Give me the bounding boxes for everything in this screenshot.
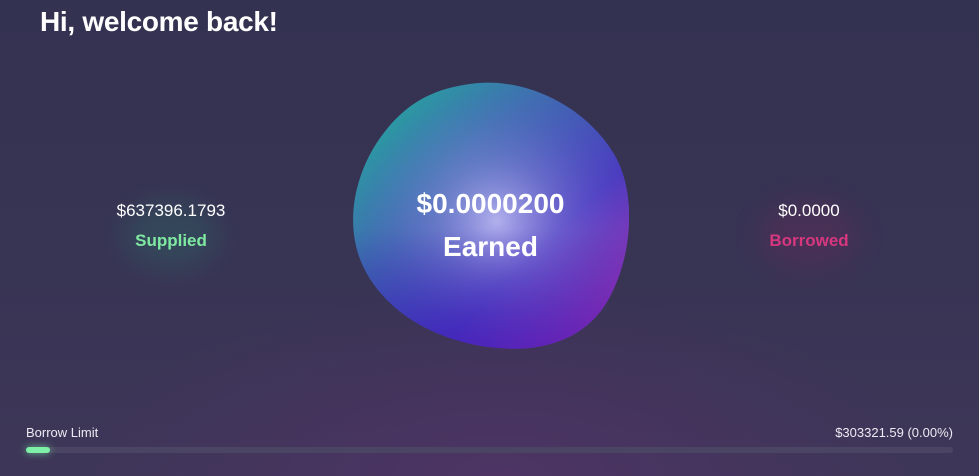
borrow-limit-progress-fill [26, 447, 50, 453]
welcome-heading: Hi, welcome back! [40, 6, 278, 37]
borrowed-label: Borrowed [769, 231, 849, 250]
borrow-limit-label: Borrow Limit [26, 425, 99, 440]
supplied-value: $637396.1793 [116, 201, 226, 220]
borrow-limit-value: $303321.59 (0.00%) [835, 425, 953, 440]
earned-value: $0.0000200 [416, 188, 565, 219]
supplied-label: Supplied [135, 231, 207, 250]
supplied-stat: $637396.1793 Supplied [71, 200, 271, 270]
borrowed-value: $0.0000 [778, 201, 840, 220]
earned-label: Earned [443, 231, 538, 262]
borrow-limit-progress [26, 447, 953, 453]
borrowed-stat: $0.0000 Borrowed [709, 200, 909, 270]
